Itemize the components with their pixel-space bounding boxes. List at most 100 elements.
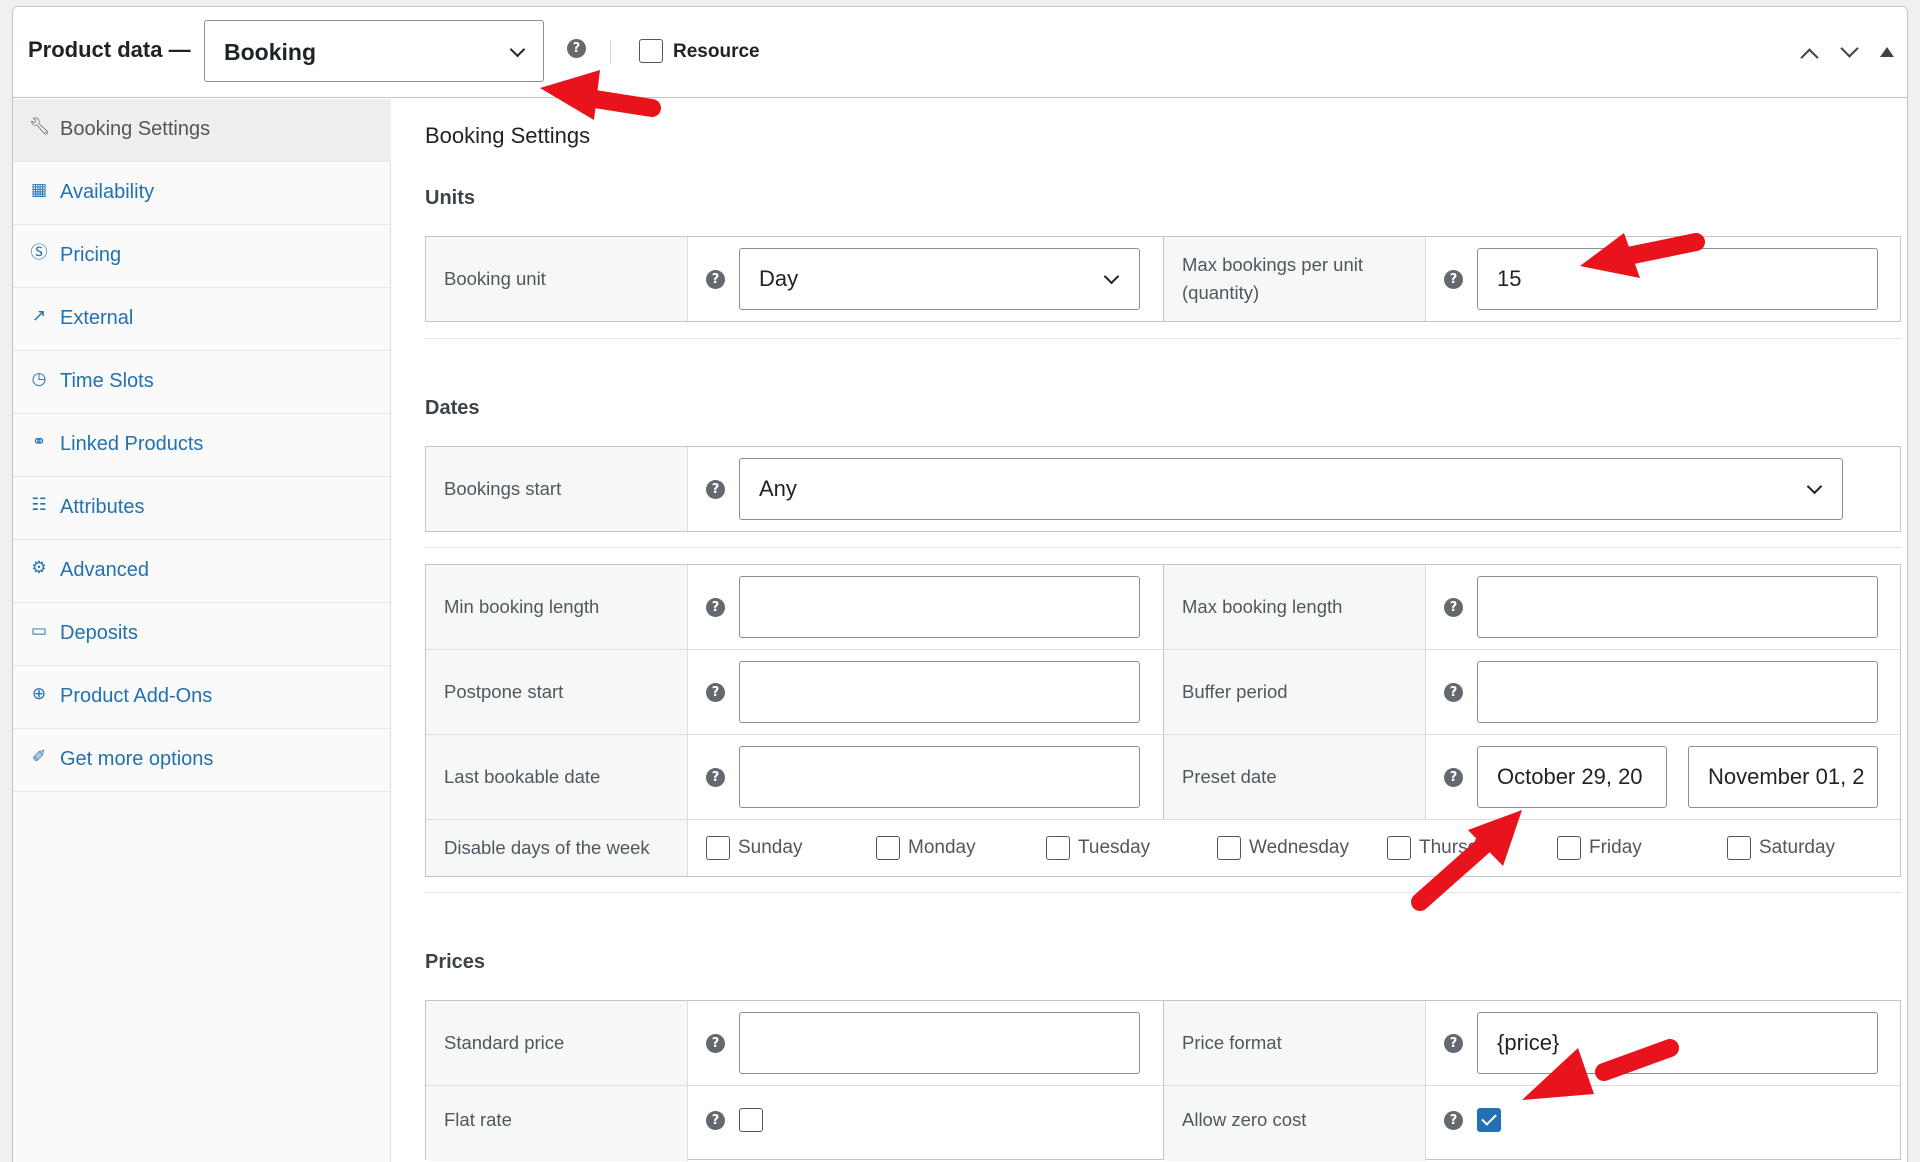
price-format-label: Price format (1182, 1032, 1282, 1053)
tab-get-more-options[interactable]: ✐ Get more options (13, 729, 391, 792)
day-checkbox[interactable] (706, 836, 730, 860)
divider (425, 547, 1901, 548)
buffer-input[interactable] (1477, 661, 1878, 723)
last-date-input[interactable] (739, 746, 1140, 808)
tab-booking-settings[interactable]: 🔧︎ Booking Settings (13, 99, 391, 162)
preset-to-input[interactable]: November 01, 2 (1688, 746, 1878, 808)
tab-attributes[interactable]: ☷ Attributes (13, 477, 391, 540)
bookings-start-label-cell: Bookings start (426, 447, 688, 531)
tab-external[interactable]: ↗ External (13, 288, 391, 351)
help-icon[interactable]: ? (706, 270, 725, 289)
disable-days-row: Disable days of the week Sunday Monday T… (426, 820, 1900, 876)
bookings-start-select[interactable]: Any (739, 458, 1843, 520)
disable-days-label: Disable days of the week (444, 837, 650, 858)
tab-product-add-ons[interactable]: ⊕ Product Add-Ons (13, 666, 391, 729)
help-icon[interactable]: ? (1444, 683, 1463, 702)
tab-deposits[interactable]: ▭ Deposits (13, 603, 391, 666)
day-checkbox[interactable] (1046, 836, 1070, 860)
min-length-input[interactable] (739, 576, 1140, 638)
label-cell: Buffer period (1164, 650, 1426, 734)
preset-label: Preset date (1182, 766, 1277, 787)
max-bookings-input[interactable]: 15 (1477, 248, 1878, 310)
prices-heading: Prices (425, 951, 486, 973)
day-label: Saturday (1759, 837, 1836, 858)
tab-label: Availability (60, 181, 155, 203)
tab-label: Product Add-Ons (60, 685, 213, 707)
tab-label: Booking Settings (60, 118, 211, 140)
preset-from-input[interactable]: October 29, 20 (1477, 746, 1667, 808)
plus-circle-icon: ⊕ (31, 684, 47, 704)
tab-label: Attributes (60, 496, 145, 518)
help-icon[interactable]: ? (1444, 1111, 1463, 1130)
help-icon[interactable]: ? (706, 1034, 725, 1053)
bookings-start-table: Bookings start ? Any (425, 446, 1901, 532)
flat-rate-label: Flat rate (444, 1109, 512, 1130)
price-row: Standard price ? Price format ? {price} (426, 1001, 1900, 1086)
move-down-icon[interactable] (1840, 39, 1859, 58)
zero-cost-checkbox[interactable] (1477, 1108, 1501, 1132)
units-heading: Units (425, 187, 475, 209)
price-format-input[interactable]: {price} (1477, 1012, 1878, 1074)
help-icon[interactable]: ? (567, 39, 586, 58)
last-date-row: Last bookable date ? Preset date ? Octob… (426, 735, 1900, 820)
bookings-start-row: Bookings start ? Any (426, 447, 1900, 531)
tab-label: Linked Products (60, 433, 204, 455)
divider (425, 892, 1901, 893)
day-label: Monday (908, 837, 976, 858)
product-type-select[interactable]: Booking (204, 20, 544, 82)
label-cell: Disable days of the week (426, 820, 688, 876)
panel-title: Product data — (28, 37, 191, 62)
label-cell: Price format (1164, 1001, 1426, 1085)
resource-checkbox[interactable] (639, 39, 663, 63)
help-icon[interactable]: ? (1444, 1034, 1463, 1053)
product-data-panel: Product data — Booking ? Resource 🔧︎ Boo… (12, 6, 1908, 1162)
booking-unit-select[interactable]: Day (739, 248, 1140, 310)
max-bookings-label-cell: Max bookings per unit (quantity) (1164, 237, 1426, 321)
tab-label: Pricing (60, 244, 122, 266)
help-icon[interactable]: ? (706, 1111, 725, 1130)
preset-from-value: October 29, 20 (1497, 764, 1643, 789)
plugin-icon: ✐ (31, 747, 47, 767)
dollar-icon: Ⓢ (30, 243, 48, 263)
help-icon[interactable]: ? (706, 768, 725, 787)
help-icon[interactable]: ? (706, 480, 725, 499)
help-icon[interactable]: ? (706, 598, 725, 617)
help-icon[interactable]: ? (1444, 270, 1463, 289)
product-data-tabs: 🔧︎ Booking Settings ▦ Availability Ⓢ Pri… (13, 99, 391, 1162)
max-length-input[interactable] (1477, 576, 1878, 638)
postpone-input[interactable] (739, 661, 1140, 723)
day-label: Sunday (738, 837, 803, 858)
postpone-row: Postpone start ? Buffer period ? (426, 650, 1900, 735)
move-up-icon[interactable] (1800, 48, 1819, 67)
booking-length-table: Min booking length ? Max booking length … (425, 564, 1901, 877)
bookings-start-label: Bookings start (444, 478, 562, 499)
section-title: Booking Settings (425, 123, 591, 148)
flat-rate-row: Flat rate ? Allow zero cost ? (426, 1086, 1900, 1161)
chevron-down-icon (1103, 268, 1120, 285)
day-checkbox[interactable] (1727, 836, 1751, 860)
label-cell: Max booking length (1164, 565, 1426, 649)
tab-availability[interactable]: ▦ Availability (13, 162, 391, 225)
tab-pricing[interactable]: Ⓢ Pricing (13, 225, 391, 288)
day-checkbox[interactable] (1217, 836, 1241, 860)
help-icon[interactable]: ? (1444, 598, 1463, 617)
tab-linked-products[interactable]: ⚭ Linked Products (13, 414, 391, 477)
flat-rate-checkbox[interactable] (739, 1108, 763, 1132)
chevron-down-icon (1806, 478, 1823, 495)
tab-label: Deposits (60, 622, 138, 644)
help-icon[interactable]: ? (1444, 768, 1463, 787)
standard-price-input[interactable] (739, 1012, 1140, 1074)
tab-label: Get more options (60, 748, 214, 770)
card-icon: ▭ (30, 621, 48, 641)
help-icon[interactable]: ? (706, 683, 725, 702)
tab-advanced[interactable]: ⚙ Advanced (13, 540, 391, 603)
label-cell: Standard price (426, 1001, 688, 1085)
tab-time-slots[interactable]: ◷ Time Slots (13, 351, 391, 414)
list-icon: ☷ (31, 495, 47, 515)
postpone-label: Postpone start (444, 681, 564, 702)
label-cell: Allow zero cost (1164, 1086, 1426, 1161)
day-checkbox[interactable] (876, 836, 900, 860)
day-checkbox[interactable] (1557, 836, 1581, 860)
day-checkbox[interactable] (1387, 836, 1411, 860)
collapse-toggle-icon[interactable] (1880, 47, 1894, 57)
